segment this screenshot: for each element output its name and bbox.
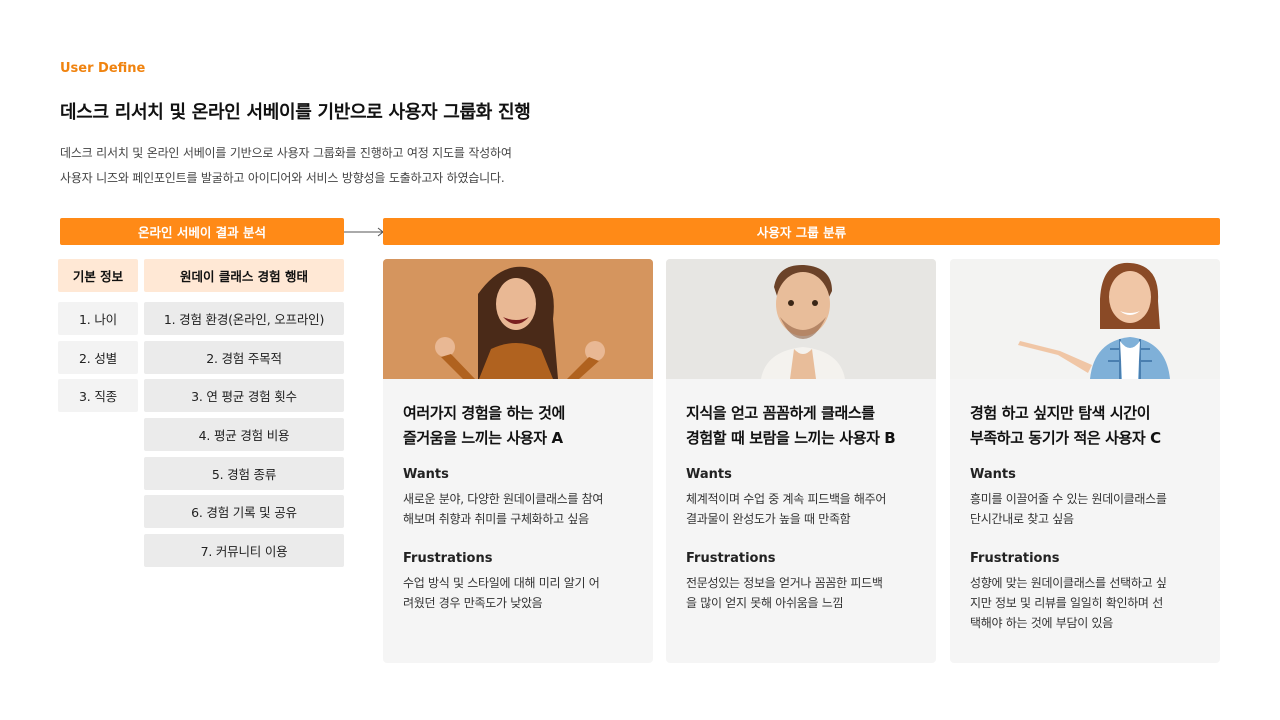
list-item: 6. 경험 기록 및 공유 xyxy=(144,495,344,529)
basic-info-list: 1. 나이 2. 성별 3. 직종 xyxy=(58,302,138,418)
class-experience-header: 원데이 클래스 경험 행태 xyxy=(144,259,344,292)
wants-label: Wants xyxy=(686,467,732,482)
list-item: 7. 커뮤니티 이용 xyxy=(144,534,344,568)
card-title: 경험 하고 싶지만 탐색 시간이 부족하고 동기가 적은 사용자 C xyxy=(970,404,1161,447)
list-item: 1. 경험 환경(온라인, 오프라인) xyxy=(144,302,344,335)
page-description: 데스크 리서치 및 온라인 서베이를 기반으로 사용자 그룹화를 진행하고 여정… xyxy=(60,141,512,191)
survey-analysis-bar: 온라인 서베이 결과 분석 xyxy=(60,218,344,245)
wants-label: Wants xyxy=(970,467,1016,482)
frustrations-label: Frustrations xyxy=(686,551,776,566)
user-b-photo xyxy=(666,259,936,379)
wants-label: Wants xyxy=(403,467,449,482)
list-item: 4. 평균 경험 비용 xyxy=(144,418,344,452)
user-card-c: 경험 하고 싶지만 탐색 시간이 부족하고 동기가 적은 사용자 C Wants… xyxy=(950,259,1220,663)
list-item: 5. 경험 종류 xyxy=(144,456,344,490)
description-line: 사용자 니즈와 페인포인트를 발굴하고 아이디어와 서비스 방향성을 도출하고자… xyxy=(60,171,505,185)
list-item: 2. 성별 xyxy=(58,340,138,374)
class-experience-list: 1. 경험 환경(온라인, 오프라인) 2. 경험 주목적 3. 연 평균 경험… xyxy=(144,302,344,573)
section-tag: User Define xyxy=(60,61,146,76)
user-group-bar: 사용자 그룹 분류 xyxy=(383,218,1220,245)
user-card-b: 지식을 얻고 꼼꼼하게 클래스를 경험할 때 보람을 느끼는 사용자 B Wan… xyxy=(666,259,936,663)
user-a-photo xyxy=(383,259,653,379)
user-c-photo xyxy=(950,259,1220,379)
wants-text: 흥미를 이끌어줄 수 있는 원데이클래스를 단시간내로 찾고 싶음 xyxy=(970,492,1167,526)
list-item: 1. 나이 xyxy=(58,302,138,335)
list-item: 2. 경험 주목적 xyxy=(144,340,344,374)
card-title: 지식을 얻고 꼼꼼하게 클래스를 경험할 때 보람을 느끼는 사용자 B xyxy=(686,404,896,447)
wants-text: 체계적이며 수업 중 계속 피드백을 해주어 결과물이 완성도가 높을 때 만족… xyxy=(686,492,887,526)
arrow-right-icon xyxy=(344,227,384,237)
list-item: 3. 연 평균 경험 횟수 xyxy=(144,379,344,413)
frustrations-text: 성향에 맞는 원데이클래스를 선택하고 싶 지만 정보 및 리뷰를 일일히 확인… xyxy=(970,576,1167,630)
card-title: 여러가지 경험을 하는 것에 즐거움을 느끼는 사용자 A xyxy=(403,404,565,447)
frustrations-text: 전문성있는 정보을 얻거나 꼼꼼한 피드백 을 많이 얻지 못해 아쉬움을 느낌 xyxy=(686,576,883,610)
user-card-a: 여러가지 경험을 하는 것에 즐거움을 느끼는 사용자 A Wants 새로운 … xyxy=(383,259,653,663)
wants-text: 새로운 분야, 다양한 원데이클래스를 참여 해보며 취향과 취미를 구체화하고… xyxy=(403,492,604,526)
frustrations-text: 수업 방식 및 스타일에 대해 미리 알기 어 려웠던 경우 만족도가 낮았음 xyxy=(403,576,600,610)
list-item: 3. 직종 xyxy=(58,379,138,413)
frustrations-label: Frustrations xyxy=(403,551,493,566)
description-line: 데스크 리서치 및 온라인 서베이를 기반으로 사용자 그룹화를 진행하고 여정… xyxy=(60,146,512,160)
frustrations-label: Frustrations xyxy=(970,551,1060,566)
basic-info-header: 기본 정보 xyxy=(58,259,138,292)
page-title: 데스크 리서치 및 온라인 서베이를 기반으로 사용자 그룹화 진행 xyxy=(60,102,531,123)
